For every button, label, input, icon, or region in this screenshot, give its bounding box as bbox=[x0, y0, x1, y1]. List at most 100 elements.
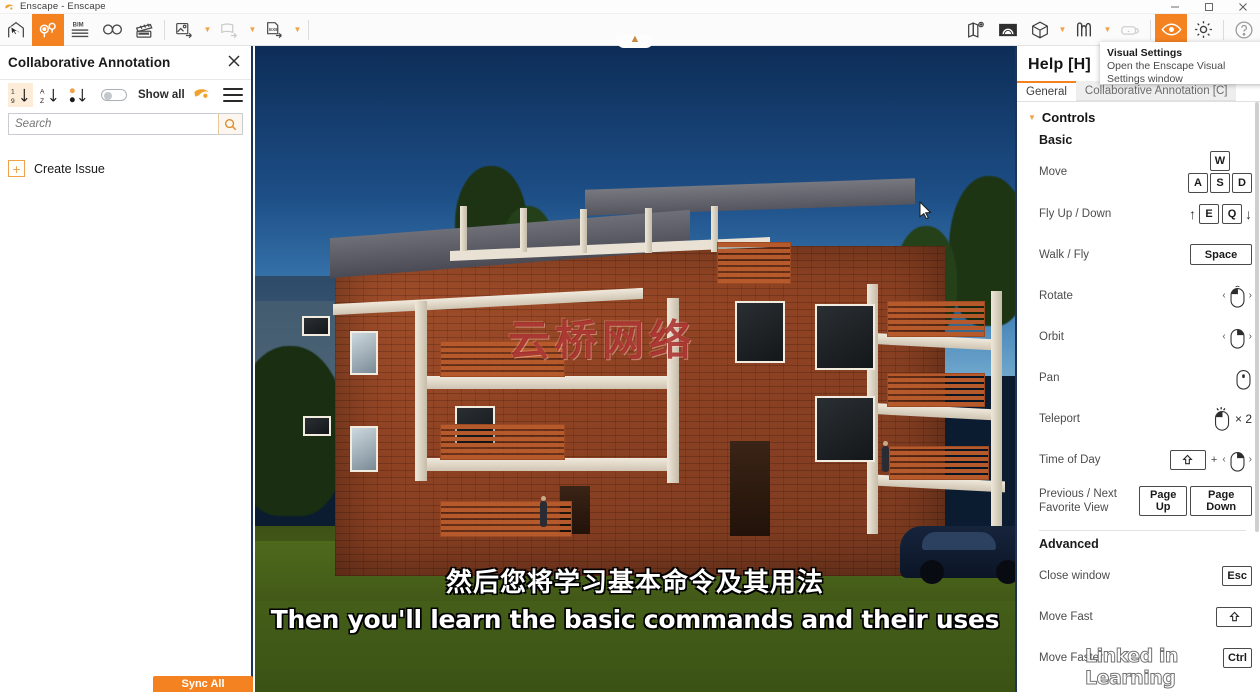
export-exe-dropdown-caret[interactable]: ▼ bbox=[291, 14, 304, 46]
control-row-rotate: Rotate ‹ › bbox=[1017, 275, 1260, 316]
window bbox=[303, 416, 331, 436]
control-keys: Space bbox=[1139, 244, 1252, 265]
control-label: Move Fast bbox=[1039, 610, 1093, 623]
control-label: Walk / Fly bbox=[1039, 248, 1090, 261]
control-row-walk-fly: Walk / Fly Space bbox=[1017, 234, 1260, 275]
hamburger-menu-icon[interactable] bbox=[223, 88, 243, 102]
visual-settings-icon[interactable] bbox=[1155, 13, 1187, 46]
sort-alpha-icon[interactable]: A Z bbox=[37, 83, 62, 107]
key-shift[interactable] bbox=[1169, 449, 1206, 470]
key-d[interactable]: D bbox=[1232, 173, 1252, 193]
group-advanced-label: Advanced bbox=[1039, 537, 1099, 551]
svg-text:A: A bbox=[40, 88, 45, 95]
key-q[interactable]: Q bbox=[1222, 203, 1242, 224]
asset-library-icon[interactable] bbox=[1069, 14, 1101, 46]
key-w[interactable]: W bbox=[1209, 151, 1231, 171]
render-viewport[interactable]: 云桥网络 然后您将学习基本命令及其用法 Then you'll learn th… bbox=[255, 46, 1015, 692]
column bbox=[991, 291, 1002, 536]
control-row-close-window: Close window Esc bbox=[1017, 555, 1260, 596]
svg-text:EXE: EXE bbox=[269, 26, 278, 31]
sync-all-button[interactable]: Sync All bbox=[153, 676, 253, 692]
vr-glasses-icon[interactable] bbox=[96, 14, 128, 46]
enscape-logo-icon[interactable] bbox=[193, 86, 211, 104]
toolbar-collapse-handle[interactable]: ▲ bbox=[617, 34, 653, 48]
collaborative-annotation-icon[interactable] bbox=[32, 13, 64, 46]
window bbox=[735, 301, 785, 363]
control-keys: ↑ E Q ↓ bbox=[1139, 203, 1252, 224]
visual-settings-tooltip: Visual Settings Open the Enscape Visual … bbox=[1100, 42, 1260, 85]
sort-status-icon[interactable] bbox=[66, 83, 91, 107]
window bbox=[350, 331, 378, 375]
export-exe-icon[interactable]: EXE bbox=[259, 14, 291, 46]
asset-library-dropdown-caret[interactable]: ▼ bbox=[1101, 14, 1114, 46]
key-page-up[interactable]: Page Up bbox=[1139, 485, 1188, 516]
export-image-icon[interactable] bbox=[169, 14, 201, 46]
create-issue-button[interactable]: + Create Issue bbox=[8, 160, 251, 177]
export-panorama-icon[interactable] bbox=[214, 14, 246, 46]
help-icon[interactable] bbox=[1228, 14, 1260, 46]
pergola-post bbox=[580, 209, 587, 253]
sort-numeric-icon[interactable]: 1 9 bbox=[8, 83, 33, 107]
control-row-favorite-view: Previous / Next Favorite View Page Up Pa… bbox=[1017, 480, 1260, 521]
window bbox=[350, 426, 378, 472]
section-controls-label: Controls bbox=[1041, 110, 1096, 125]
scrollbar-thumb[interactable] bbox=[1255, 102, 1259, 532]
control-row-time-of-day: Time of Day + ‹ › bbox=[1017, 439, 1260, 480]
arrow-down-icon: ↓ bbox=[1245, 205, 1252, 222]
section-divider bbox=[1039, 530, 1246, 531]
floor-slab bbox=[415, 376, 675, 389]
plus-sign: + bbox=[1210, 453, 1218, 466]
mouse-middle-icon bbox=[1236, 369, 1251, 390]
video-editor-icon[interactable] bbox=[128, 14, 160, 46]
toolbar-divider bbox=[164, 19, 165, 40]
view-management-icon[interactable] bbox=[1024, 14, 1056, 46]
section-controls[interactable]: ▼ Controls bbox=[1017, 110, 1260, 125]
key-e[interactable]: E bbox=[1199, 203, 1219, 224]
show-all-toggle[interactable] bbox=[101, 89, 127, 101]
control-mouse-doubleclick: × 2 bbox=[1139, 406, 1252, 432]
control-keys: Page Up Page Down bbox=[1139, 485, 1252, 516]
balcony-railing bbox=[889, 446, 989, 480]
close-icon[interactable] bbox=[225, 54, 243, 71]
panel-title: Collaborative Annotation bbox=[8, 55, 171, 70]
pergola-post bbox=[520, 208, 527, 252]
general-settings-icon[interactable] bbox=[1187, 14, 1219, 46]
search-icon[interactable] bbox=[218, 114, 242, 134]
window bbox=[302, 316, 330, 336]
panorama-icon[interactable] bbox=[992, 14, 1024, 46]
window bbox=[815, 304, 875, 370]
view-management-dropdown-caret[interactable]: ▼ bbox=[1056, 14, 1069, 46]
key-page-down[interactable]: Page Down bbox=[1190, 485, 1252, 516]
car-window bbox=[922, 532, 996, 550]
arrow-up-icon: ↑ bbox=[1189, 205, 1196, 222]
balcony-railing bbox=[887, 373, 985, 407]
tab-general[interactable]: General bbox=[1017, 81, 1076, 101]
search-input[interactable] bbox=[9, 114, 218, 134]
vr-headset-icon[interactable] bbox=[1114, 14, 1146, 46]
key-a[interactable]: A bbox=[1188, 173, 1208, 193]
tooltip-title: Visual Settings bbox=[1107, 47, 1183, 59]
show-all-label: Show all bbox=[138, 89, 185, 101]
chinese-watermark: 云桥网络 bbox=[508, 316, 697, 365]
close-button[interactable] bbox=[1226, 0, 1260, 14]
minimize-button[interactable] bbox=[1158, 0, 1192, 14]
subtitle-chinese: 然后您将学习基本命令及其用法 bbox=[445, 568, 824, 598]
teleport-count: × 2 bbox=[1234, 411, 1252, 426]
pergola-post bbox=[460, 206, 467, 251]
site-map-icon[interactable] bbox=[960, 14, 992, 46]
key-space[interactable]: Space bbox=[1190, 244, 1252, 265]
control-label: Rotate bbox=[1039, 289, 1073, 302]
control-label: Move bbox=[1039, 166, 1068, 178]
key-s[interactable]: S bbox=[1210, 173, 1230, 193]
maximize-button[interactable] bbox=[1192, 0, 1226, 14]
key-shift[interactable] bbox=[1216, 606, 1252, 627]
control-row-move: Move W A S D bbox=[1017, 151, 1260, 193]
collaborative-annotation-panel: Collaborative Annotation 1 9 A Z Show al… bbox=[0, 46, 253, 692]
export-panorama-dropdown-caret[interactable]: ▼ bbox=[246, 14, 259, 46]
pergola-post bbox=[645, 208, 652, 253]
key-esc[interactable]: Esc bbox=[1222, 565, 1252, 586]
control-label: Fly Up / Down bbox=[1039, 207, 1112, 220]
bim-icon[interactable]: BIM bbox=[64, 14, 96, 46]
selection-arrow-icon[interactable] bbox=[0, 14, 32, 46]
export-image-dropdown-caret[interactable]: ▼ bbox=[201, 14, 214, 46]
